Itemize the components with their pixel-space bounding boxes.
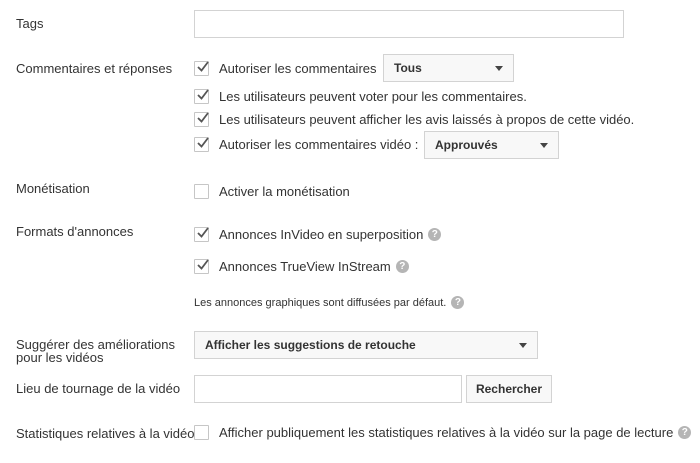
checkmark-icon — [197, 60, 209, 72]
stats-label: Statistiques relatives à la vidéo — [16, 426, 195, 441]
checkmark-icon — [197, 226, 209, 238]
video-comments-select-value: Approuvés — [435, 138, 498, 152]
search-button-label: Rechercher — [475, 382, 543, 396]
location-input[interactable] — [194, 375, 462, 403]
chevron-down-icon — [540, 143, 548, 148]
video-comments-label: Autoriser les commentaires vidéo : — [219, 136, 419, 152]
stats-row: Afficher publiquement les statistiques r… — [194, 422, 692, 442]
monetization-checkbox[interactable] — [194, 183, 209, 199]
display-ads-note: Les annonces graphiques sont diffusées p… — [194, 296, 465, 309]
stats-public-label: Afficher publiquement les statistiques r… — [219, 424, 674, 440]
vote-label: Les utilisateurs peuvent voter pour les … — [219, 88, 527, 104]
invideo-label: Annonces InVideo en superposition — [219, 226, 424, 242]
invideo-checkbox[interactable] — [194, 226, 209, 242]
invideo-row: Annonces InVideo en superposition ? — [194, 224, 442, 244]
comments-label: Commentaires et réponses — [16, 61, 173, 76]
ratings-checkbox[interactable] — [194, 111, 209, 127]
monetization-label: Monétisation — [16, 181, 90, 196]
checkmark-icon — [197, 88, 209, 100]
help-icon[interactable]: ? — [395, 259, 409, 273]
trueview-label: Annonces TrueView InStream — [219, 258, 391, 274]
allow-comments-row: Autoriser les commentaires — [194, 58, 377, 78]
checkmark-icon — [197, 111, 209, 123]
video-comments-checkbox[interactable] — [194, 136, 209, 152]
vote-row: Les utilisateurs peuvent voter pour les … — [194, 86, 527, 106]
search-button[interactable]: Rechercher — [466, 375, 552, 403]
trueview-checkbox[interactable] — [194, 258, 209, 274]
tags-input[interactable] — [194, 10, 624, 38]
tags-label: Tags — [16, 16, 44, 31]
vote-checkbox[interactable] — [194, 88, 209, 104]
monetization-row: Activer la monétisation — [194, 181, 350, 201]
ratings-row: Les utilisateurs peuvent afficher les av… — [194, 109, 634, 129]
video-comments-select[interactable]: Approuvés — [424, 131, 559, 159]
monetization-activate-label: Activer la monétisation — [219, 183, 350, 199]
improvements-select-value: Afficher les suggestions de retouche — [205, 338, 416, 352]
location-label: Lieu de tournage de la vidéo — [16, 381, 181, 396]
improvements-select[interactable]: Afficher les suggestions de retouche — [194, 331, 538, 359]
ratings-label: Les utilisateurs peuvent afficher les av… — [219, 111, 635, 127]
allow-comments-select-value: Tous — [394, 61, 422, 75]
allow-comments-label: Autoriser les commentaires — [219, 60, 377, 76]
chevron-down-icon — [495, 66, 503, 71]
improvements-label: Suggérer des améliorations pour les vidé… — [16, 337, 175, 365]
checkmark-icon — [197, 136, 209, 148]
trueview-row: Annonces TrueView InStream ? — [194, 256, 409, 276]
display-ads-note-text: Les annonces graphiques sont diffusées p… — [194, 296, 447, 309]
ad-formats-label: Formats d'annonces — [16, 224, 134, 239]
allow-comments-select[interactable]: Tous — [383, 54, 514, 82]
help-icon[interactable]: ? — [428, 227, 442, 241]
chevron-down-icon — [519, 343, 527, 348]
video-comments-row: Autoriser les commentaires vidéo : — [194, 134, 418, 154]
help-icon[interactable]: ? — [678, 425, 692, 439]
allow-comments-checkbox[interactable] — [194, 60, 209, 76]
stats-checkbox[interactable] — [194, 424, 209, 440]
help-icon[interactable]: ? — [451, 296, 465, 309]
checkmark-icon — [197, 258, 209, 270]
